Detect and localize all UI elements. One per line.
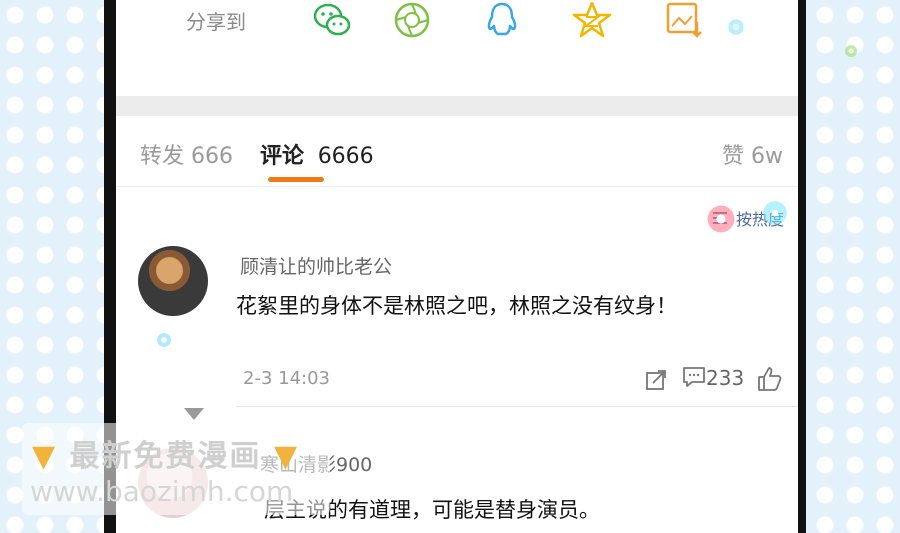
sparkle-decoration [844, 44, 858, 58]
qzone-icon[interactable] [572, 0, 612, 40]
tab-comments[interactable]: 评论 6666 [260, 138, 374, 170]
tab-likes-label: 赞 [722, 144, 745, 169]
watermark-title-text: 最新免费漫画 [69, 439, 262, 474]
watermark-url: www.baozimh.com [30, 475, 294, 508]
tab-likes-count: 6w [751, 144, 784, 169]
sparkle-decoration [704, 202, 738, 236]
wechat-icon[interactable] [312, 0, 352, 40]
sparkle-decoration [727, 18, 745, 36]
share-comment-icon[interactable] [644, 368, 668, 392]
reply-button[interactable]: 233 [682, 366, 744, 390]
section-divider [116, 96, 798, 116]
avatar[interactable] [138, 246, 208, 316]
share-bar: 分享到 [116, 0, 798, 80]
reply-count: 233 [706, 366, 745, 390]
tab-bar: 转发 666 评论 6666 赞 6w [116, 128, 798, 186]
save-image-icon[interactable] [664, 0, 704, 40]
comment-icon [683, 367, 705, 387]
moments-icon[interactable] [392, 0, 432, 40]
like-icon[interactable] [756, 366, 782, 392]
watermark: ▼ 最新免费漫画 ▼ www.baozimh.com [22, 423, 330, 515]
tab-likes[interactable]: 赞 6w [722, 138, 783, 170]
watermark-title: ▼ 最新免费漫画 ▼ [32, 431, 299, 475]
tab-repost[interactable]: 转发 666 [140, 138, 233, 170]
expand-arrow-icon[interactable] [184, 408, 204, 420]
tab-repost-count: 666 [191, 144, 234, 169]
tab-divider [116, 186, 798, 187]
active-tab-indicator [268, 177, 324, 182]
sparkle-decoration [156, 332, 172, 348]
tab-repost-label: 转发 [140, 144, 185, 169]
comment-username[interactable]: 顾清让的帅比老公 [240, 252, 392, 279]
sparkle-decoration [760, 198, 790, 228]
comment-time: 2-3 14:03 [243, 368, 330, 389]
pointing-down-icon: ▼ [273, 439, 300, 474]
pointing-down-icon: ▼ [32, 439, 58, 474]
comment-text: 花絮里的身体不是林照之吧，林照之没有纹身！ [236, 294, 677, 318]
comment-divider [236, 406, 798, 407]
qq-icon[interactable] [482, 0, 522, 40]
tab-comments-count: 6666 [317, 144, 374, 169]
share-label: 分享到 [186, 10, 246, 34]
tab-comments-label: 评论 [260, 144, 305, 169]
